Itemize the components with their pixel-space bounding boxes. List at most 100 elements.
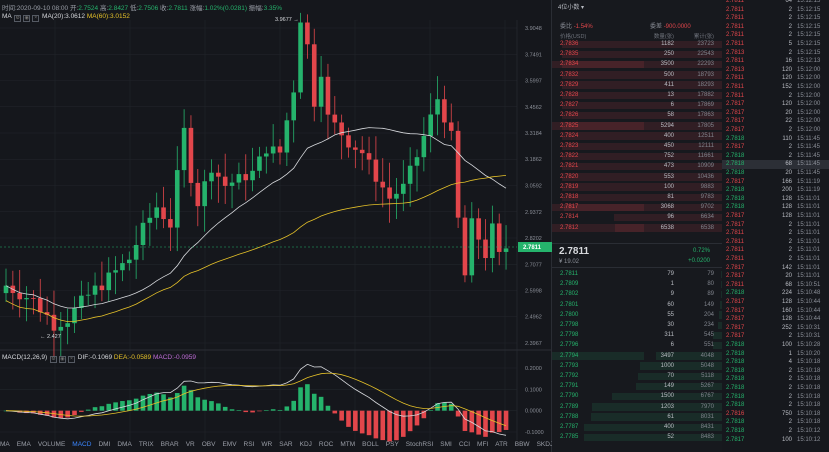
bid-row[interactable]: 2.7788 61 8031 — [552, 413, 722, 422]
indicator-tab-volume[interactable]: VOLUME — [38, 441, 65, 448]
settings-icon[interactable]: ⚙ — [14, 15, 22, 22]
cumulative-cell: 551 — [703, 342, 714, 349]
bid-row[interactable]: 2.7789 1203 7970 — [552, 403, 722, 412]
macd-histogram-bar — [401, 410, 406, 437]
indicator-tab-vr[interactable]: VR — [186, 441, 195, 448]
cumulative-cell: 17869 — [697, 102, 714, 109]
candle-body — [127, 259, 132, 264]
ask-row[interactable]: 2.7828 13 17882 — [552, 91, 722, 100]
candle-body — [401, 183, 406, 194]
bid-row[interactable]: 2.7785 52 8483 — [552, 433, 722, 442]
hide-icon[interactable]: ◉ — [23, 15, 31, 22]
cumulative-cell: 10436 — [697, 173, 714, 180]
indicator-tab-stochrsi[interactable]: StochRSI — [406, 441, 433, 448]
indicator-tab-bbw[interactable]: BBW — [515, 441, 530, 448]
bid-row[interactable]: 2.7802 9 89 — [552, 290, 722, 299]
close-icon[interactable]: × — [67, 356, 75, 363]
dea-line — [5, 372, 507, 427]
indicator-tab-obv[interactable]: OBV — [202, 441, 216, 448]
indicator-tab-mtm[interactable]: MTM — [340, 441, 355, 448]
bid-row[interactable]: 2.7794 3497 4048 — [552, 352, 722, 361]
quantity-cell: 60 — [667, 301, 674, 308]
bid-row[interactable]: 2.7798 311 545 — [552, 331, 722, 340]
trade-qty: 1 — [788, 350, 792, 357]
ask-row[interactable]: 2.7825 5294 17805 — [552, 122, 722, 131]
indicator-tab-roc[interactable]: ROC — [319, 441, 333, 448]
indicator-tab-rsi[interactable]: RSI — [244, 441, 255, 448]
indicator-tab-wr[interactable]: WR — [261, 441, 272, 448]
indicator-tab-dma[interactable]: DMA — [117, 441, 131, 448]
quantity-cell: 149 — [663, 383, 674, 390]
kline-chart-panel[interactable]: 3.9048 3.7491 3.5997 3.4562 3.3184 3.1862 3.05… — [0, 0, 575, 452]
ask-row[interactable]: 2.7827 6 17869 — [552, 101, 722, 110]
ask-row[interactable]: 2.7835 250 22543 — [552, 50, 722, 59]
trade-row: 2.7818 20 15:11:45 — [722, 169, 829, 177]
ask-row[interactable]: 2.7834 3500 22293 — [552, 60, 722, 69]
dea-value: DEA:-0.0589 — [113, 354, 152, 361]
settings-icon[interactable]: ⚙ — [49, 356, 57, 363]
indicator-tab-macd[interactable]: MACD — [72, 441, 91, 448]
bid-row[interactable]: 2.7792 70 5118 — [552, 372, 722, 381]
ask-row[interactable]: 2.7836 1182 23723 — [552, 40, 722, 49]
ask-row[interactable]: 2.7824 400 12511 — [552, 132, 722, 141]
indicator-tab-cci[interactable]: CCI — [459, 441, 470, 448]
trade-row: 2.7811 2 15:12:15 — [722, 14, 829, 22]
ask-row[interactable]: 2.7814 96 6634 — [552, 213, 722, 222]
kline-chart[interactable]: 3.9048 3.7491 3.5997 3.4562 3.3184 3.1862 3.05… — [0, 0, 552, 452]
indicator-tab-brar[interactable]: BRAR — [161, 441, 179, 448]
indicator-tab-smi[interactable]: SMI — [440, 441, 452, 448]
interval-select[interactable]: 4位小数 ▾ — [558, 2, 584, 11]
ask-row[interactable]: 2.7822 752 11661 — [552, 152, 722, 161]
indicator-tab-dmi[interactable]: DMI — [98, 441, 110, 448]
bid-row[interactable]: 2.7790 1500 6767 — [552, 392, 722, 401]
bid-row[interactable]: 2.7800 55 204 — [552, 311, 722, 320]
ask-row[interactable]: 2.7826 58 17863 — [552, 111, 722, 120]
candle-body — [188, 127, 194, 183]
hide-icon[interactable]: ◉ — [58, 356, 66, 363]
bid-row[interactable]: 2.7787 400 8431 — [552, 423, 722, 432]
indicator-tab-kdj[interactable]: KDJ — [300, 441, 312, 448]
ask-row[interactable]: 2.7812 6538 6538 — [552, 224, 722, 233]
trade-qty: 2 — [788, 221, 792, 228]
indicator-tab-skdj[interactable]: SKDJ — [537, 441, 554, 448]
last-price-panel: 2.7811 ¥ 19.02 0.72% +0.0200 — [552, 243, 722, 268]
candle-body — [174, 170, 180, 228]
ask-row[interactable]: 2.7823 450 12111 — [552, 142, 722, 151]
indicator-tab-emv[interactable]: EMV — [222, 441, 236, 448]
ask-row[interactable]: 2.7819 100 9883 — [552, 183, 722, 192]
trade-row: 2.7818 2 15:11:45 — [722, 152, 829, 160]
ask-row[interactable]: 2.7821 473 10909 — [552, 162, 722, 171]
ask-row[interactable]: 2.7817 3068 9702 — [552, 203, 722, 212]
ask-row[interactable]: 2.7832 500 18793 — [552, 71, 722, 80]
cumulative-cell: 9783 — [700, 194, 714, 200]
indicator-tab-psy[interactable]: PSY — [386, 441, 399, 448]
trade-price: 2.7818 — [726, 187, 745, 194]
ask-row[interactable]: 2.7818 81 9783 — [552, 193, 722, 202]
trade-price: 2.7818 — [726, 419, 745, 426]
bid-row[interactable]: 2.7809 1 80 — [552, 280, 722, 289]
indicator-tab-trix[interactable]: TRIX — [139, 441, 154, 448]
indicator-tab-boll[interactable]: BOLL — [362, 441, 379, 448]
bid-row[interactable]: 2.7811 79 79 — [552, 270, 722, 279]
indicator-tab-sar[interactable]: SAR — [279, 441, 292, 448]
indicator-tab-mfi[interactable]: MFI — [477, 441, 488, 448]
trade-price: 2.7811 — [726, 247, 744, 254]
indicator-tab-ma[interactable]: MA — [0, 441, 10, 448]
indicator-tab-atr[interactable]: ATR — [495, 441, 508, 448]
bid-row[interactable]: 2.7798 30 234 — [552, 321, 722, 330]
trade-row: 2.7811 2 15:11:01 — [722, 238, 829, 246]
trade-price: 2.7817 — [726, 299, 745, 305]
trade-qty: 2 — [788, 247, 792, 254]
cumulative-cell: 234 — [703, 322, 714, 328]
bid-row[interactable]: 2.7796 6 551 — [552, 341, 722, 350]
ask-row[interactable]: 2.7820 553 10436 — [552, 173, 722, 182]
trade-time: 15:10:18 — [797, 410, 821, 417]
bid-row[interactable]: 2.7801 60 149 — [552, 301, 722, 310]
trade-row: 2.7811 2 15:11:01 — [722, 246, 829, 254]
macd-histogram-bar — [353, 410, 358, 431]
bid-row[interactable]: 2.7791 149 5267 — [552, 382, 722, 391]
close-icon[interactable]: × — [32, 15, 40, 22]
bid-row[interactable]: 2.7793 1000 5048 — [552, 362, 722, 371]
indicator-tab-ema[interactable]: EMA — [17, 441, 31, 448]
ask-row[interactable]: 2.7829 411 18293 — [552, 81, 722, 90]
